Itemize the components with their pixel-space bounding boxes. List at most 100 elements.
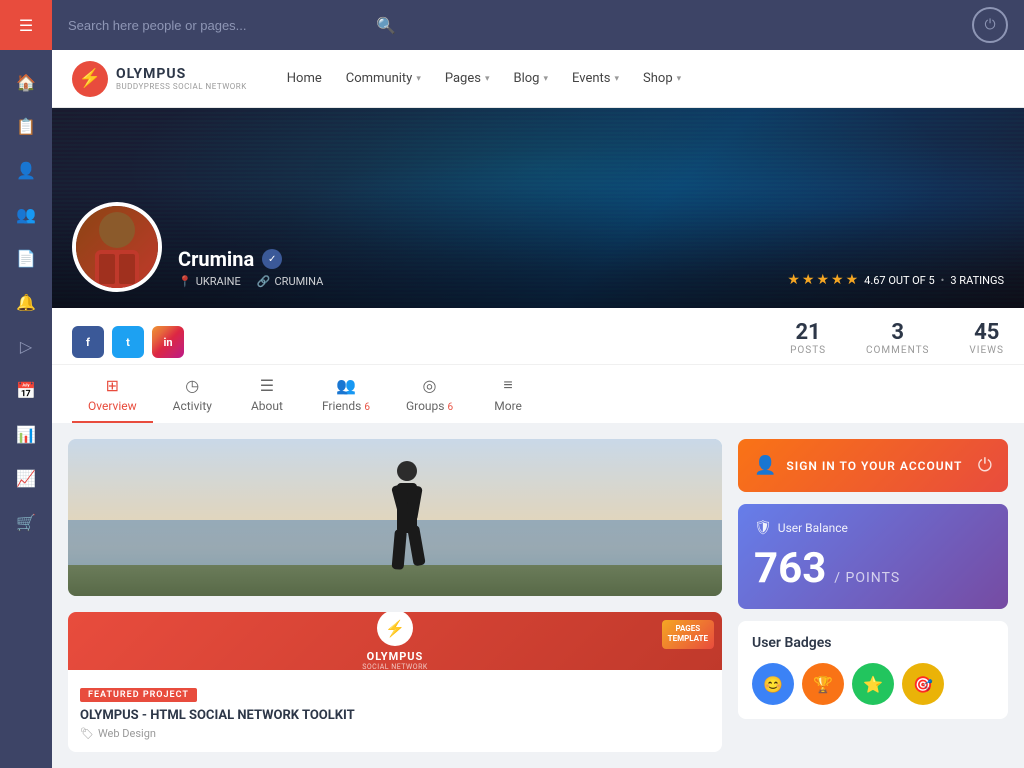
- nav-shop[interactable]: Shop ▾: [643, 71, 681, 86]
- rating-value: 4.67 OUT OF 5: [864, 274, 935, 287]
- power-button[interactable]: ⏻: [972, 7, 1008, 43]
- verified-badge: ✓: [262, 249, 282, 269]
- tab-more[interactable]: ≡ More: [473, 365, 543, 423]
- views-count: 45: [969, 320, 1004, 345]
- friends-label: Friends 6: [322, 399, 370, 413]
- site-logo: ⚡ OLYMPUS BUDDYPRESS SOCIAL NETWORK: [72, 61, 247, 97]
- nav-home[interactable]: Home: [287, 71, 322, 86]
- twitter-button[interactable]: t: [112, 326, 144, 358]
- tab-about[interactable]: ☰ About: [232, 366, 302, 423]
- star-rating: ★ ★ ★ ★ ★: [787, 272, 858, 288]
- facebook-icon: f: [86, 336, 90, 349]
- star-4: ★: [831, 272, 844, 288]
- profile-meta: 📍 UKRAINE 🔗 CRUMINA: [178, 275, 323, 288]
- project-thumbnail: ⚡ OLYMPUS SOCIAL NETWORK PAGES TEMPLATE: [68, 612, 722, 670]
- profile-name: Crumina: [178, 247, 254, 271]
- badges-title: User Badges: [752, 635, 994, 651]
- site-navbar: ⚡ OLYMPUS BUDDYPRESS SOCIAL NETWORK Home…: [52, 50, 1024, 108]
- signin-left: 👤 SIGN IN TO YOUR ACCOUNT: [754, 455, 962, 476]
- instagram-button[interactable]: in: [152, 326, 184, 358]
- groups-icon: ◎: [423, 376, 437, 395]
- search-input[interactable]: [68, 18, 368, 33]
- balance-header: 🛡 User Balance: [754, 520, 992, 536]
- badge-item-4: 🎯: [902, 663, 944, 705]
- balance-title: User Balance: [778, 521, 848, 535]
- profile-avatar: [72, 202, 162, 292]
- nav-community[interactable]: Community ▾: [346, 71, 421, 86]
- social-links: f t in: [72, 326, 184, 358]
- sidebar-icon-user[interactable]: 👤: [8, 152, 44, 188]
- badges-card: User Badges 😊 🏆 ⭐ 🎯: [738, 621, 1008, 719]
- project-logo-name: OLYMPUS: [367, 650, 424, 663]
- search-box: 🔍: [68, 16, 972, 35]
- sidebar-icon-posts[interactable]: 📋: [8, 108, 44, 144]
- profile-location: 📍 UKRAINE: [178, 275, 241, 288]
- profile-left: Crumina ✓ 📍 UKRAINE 🔗 CRUMINA: [72, 202, 323, 292]
- balance-card: 🛡 User Balance 763 / POINTS: [738, 504, 1008, 609]
- sidebar-icon-play[interactable]: ▷: [8, 328, 44, 364]
- nav-blog[interactable]: Blog ▾: [514, 71, 549, 86]
- nav-events[interactable]: Events ▾: [572, 71, 619, 86]
- sidebar-icon-users[interactable]: 👥: [8, 196, 44, 232]
- profile-stats: 21 POSTS 3 COMMENTS 45 VIEWS: [790, 320, 1004, 364]
- about-label: About: [251, 399, 283, 413]
- shield-icon: 🛡: [754, 520, 772, 536]
- groups-label: Groups 6: [406, 399, 453, 413]
- sidebar-icon-home[interactable]: 🏠: [8, 64, 44, 100]
- friends-icon: 👥: [336, 376, 356, 395]
- star-2: ★: [802, 272, 815, 288]
- signin-user-icon: 👤: [754, 455, 776, 476]
- pages-badge-line1: PAGES: [668, 624, 708, 634]
- menu-button[interactable]: ☰: [0, 0, 52, 50]
- sidebar-icon-analytics[interactable]: 📈: [8, 460, 44, 496]
- signin-card[interactable]: 👤 SIGN IN TO YOUR ACCOUNT ⏻: [738, 439, 1008, 492]
- profile-website: 🔗 CRUMINA: [257, 275, 324, 288]
- sidebar-icon-shop[interactable]: 🛒: [8, 504, 44, 540]
- tab-friends[interactable]: 👥 Friends 6: [306, 366, 386, 423]
- tab-activity[interactable]: ◷ Activity: [157, 366, 228, 423]
- badge-item-3: ⭐: [852, 663, 894, 705]
- tab-groups[interactable]: ◎ Groups 6: [390, 366, 469, 423]
- badge-item-1: 😊: [752, 663, 794, 705]
- avatar-image: [76, 206, 158, 288]
- tab-overview[interactable]: ⊞ Overview: [72, 366, 153, 423]
- signin-power-icon: ⏻: [978, 455, 992, 476]
- project-lightning-icon: ⚡: [385, 619, 405, 638]
- facebook-button[interactable]: f: [72, 326, 104, 358]
- stat-comments: 3 COMMENTS: [866, 320, 929, 356]
- sidebar-icon-pages[interactable]: 📄: [8, 240, 44, 276]
- profile-text-info: Crumina ✓ 📍 UKRAINE 🔗 CRUMINA: [178, 247, 323, 292]
- badge-item-2: 🏆: [802, 663, 844, 705]
- search-icon[interactable]: 🔍: [376, 16, 396, 35]
- overview-label: Overview: [88, 399, 137, 413]
- sidebar-icon-chart[interactable]: 📊: [8, 416, 44, 452]
- instagram-icon: in: [163, 336, 172, 349]
- star-5: ★: [846, 272, 859, 288]
- featured-tag: FEATURED PROJECT: [80, 688, 197, 702]
- activity-label: Activity: [173, 399, 212, 413]
- logo-subtitle: BUDDYPRESS SOCIAL NETWORK: [116, 82, 247, 91]
- project-info: FEATURED PROJECT OLYMPUS - HTML SOCIAL N…: [68, 670, 722, 752]
- groups-badge: 6: [447, 402, 453, 413]
- logo-icon: ⚡: [72, 61, 108, 97]
- stat-views: 45 VIEWS: [969, 320, 1004, 356]
- nav-pages[interactable]: Pages ▾: [445, 71, 490, 86]
- star-1: ★: [787, 272, 800, 288]
- project-title[interactable]: OLYMPUS - HTML SOCIAL NETWORK TOOLKIT: [80, 708, 710, 723]
- rating-separator: •: [941, 274, 945, 287]
- hamburger-icon: ☰: [19, 16, 33, 35]
- pages-badge-line2: TEMPLATE: [668, 634, 708, 644]
- sidebar-icon-bell[interactable]: 🔔: [8, 284, 44, 320]
- project-logo-sub: SOCIAL NETWORK: [362, 663, 428, 670]
- profile-rating: ★ ★ ★ ★ ★ 4.67 OUT OF 5 • 3 RATINGS: [787, 272, 1004, 292]
- badges-row: 😊 🏆 ⭐ 🎯: [752, 663, 994, 705]
- comments-label: COMMENTS: [866, 345, 929, 356]
- overview-icon: ⊞: [106, 376, 119, 395]
- slider-person: [377, 459, 437, 583]
- twitter-icon: t: [126, 336, 130, 349]
- balance-unit: / POINTS: [834, 570, 900, 586]
- profile-cover: Crumina ✓ 📍 UKRAINE 🔗 CRUMINA: [52, 108, 1024, 308]
- activity-icon: ◷: [185, 376, 199, 395]
- profile-tabs: ⊞ Overview ◷ Activity ☰ About 👥 Friends …: [52, 364, 1024, 423]
- sidebar-icon-calendar[interactable]: 📅: [8, 372, 44, 408]
